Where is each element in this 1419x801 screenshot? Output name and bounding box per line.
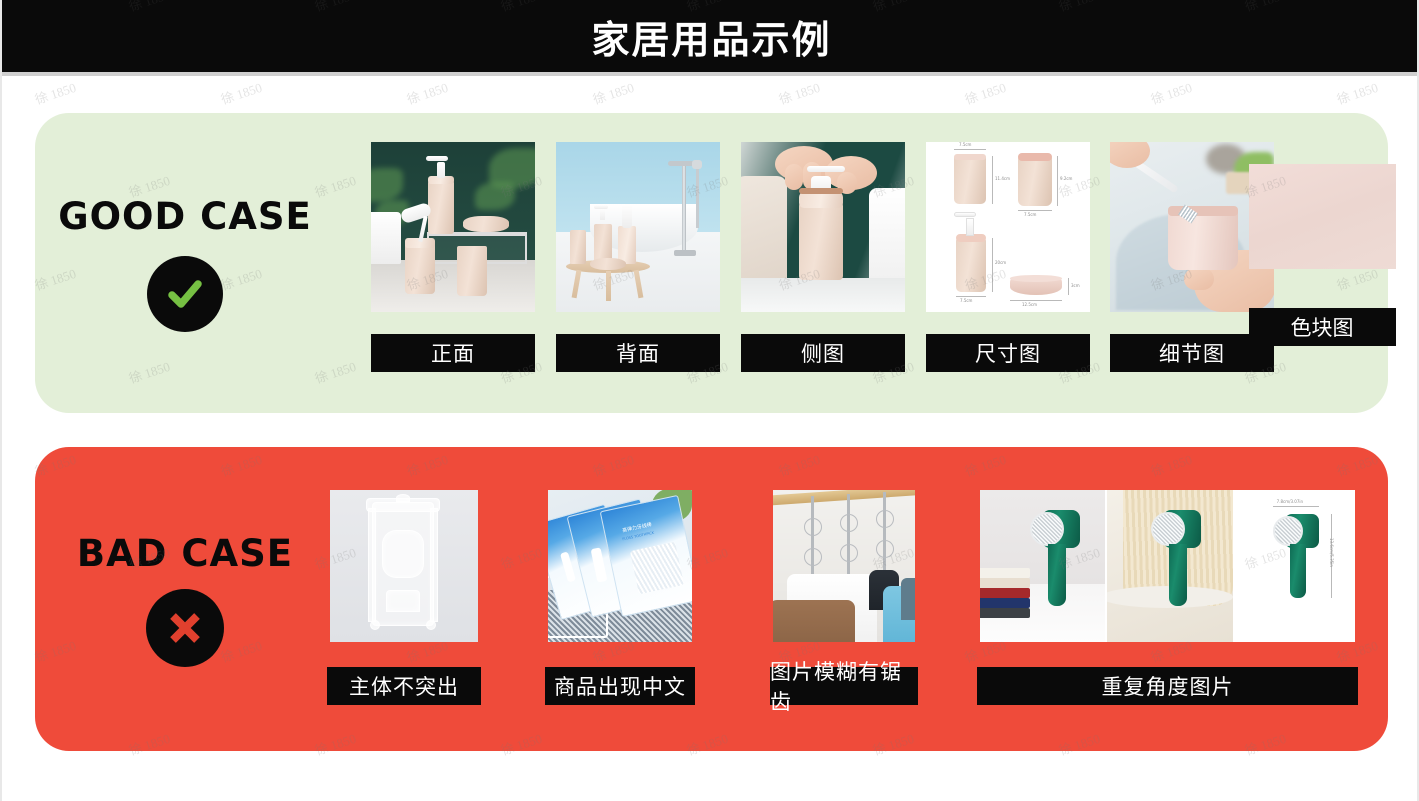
good-case-card-tag: 侧图 bbox=[741, 334, 905, 372]
bad-image-repeated-angles[interactable]: 7.8cm/3.07in 13.6cm/5.35in bbox=[977, 487, 1358, 645]
dim-cup-height: 11.4cm bbox=[995, 176, 1011, 181]
watermark-text: 徐 1850 bbox=[33, 79, 78, 108]
bad-case-card-list: 主体不突出 高弹力牙线棒 FLOSS TOOTHPICK 商品出现中文 图片模糊… bbox=[294, 487, 1364, 714]
bad-case-card[interactable]: 主体不突出 bbox=[327, 487, 481, 705]
bad-case-card-tag: 商品出现中文 bbox=[545, 667, 695, 705]
bad-case-panel: BAD CASE 主体不突出 高弹力牙线棒 FLOSS TOOTHPICK 商品… bbox=[35, 447, 1388, 751]
good-case-card-tag: 正面 bbox=[371, 334, 535, 372]
bad-case-card-tag: 图片模糊有锯齿 bbox=[770, 660, 918, 714]
header-bar: 家居用品示例 bbox=[2, 0, 1417, 72]
dim-cup-top-width: 7.5cm bbox=[959, 142, 972, 147]
good-case-card[interactable]: 背面 bbox=[556, 142, 720, 372]
product-image-front[interactable] bbox=[371, 142, 535, 312]
color-swatch bbox=[1248, 164, 1396, 269]
watermark-text: 徐 1850 bbox=[1335, 79, 1380, 108]
poster-page: 家居用品示例 GOOD CASE 正面 背面 侧图 7.5cm 11.4cm 9… bbox=[0, 0, 1419, 801]
watermark-text: 徐 1850 bbox=[405, 79, 450, 108]
bad-case-card[interactable]: 图片模糊有锯齿 bbox=[770, 487, 918, 714]
bad-image-subject-not-prominent[interactable] bbox=[327, 487, 481, 645]
color-swatch-tag: 色块图 bbox=[1248, 308, 1396, 346]
repeat-panel-1 bbox=[980, 490, 1106, 642]
good-case-card[interactable]: 正面 bbox=[371, 142, 535, 372]
bad-case-side: BAD CASE bbox=[35, 447, 335, 751]
dim-cup2-height: 9.2cm bbox=[1060, 176, 1073, 181]
dim-cup2-width: 7.5cm bbox=[1024, 212, 1037, 217]
dim-pump-width: 7.5cm bbox=[960, 298, 973, 303]
watermark-text: 徐 1850 bbox=[777, 79, 822, 108]
good-case-card[interactable]: 7.5cm 11.4cm 9.2cm 7.5cm 20cm 7.5cm 3cm … bbox=[926, 142, 1090, 372]
repeat-panel-3: 7.8cm/3.07in 13.6cm/5.35in bbox=[1232, 490, 1355, 642]
bad-case-card-tag: 主体不突出 bbox=[327, 667, 481, 705]
good-case-card-tag: 背面 bbox=[556, 334, 720, 372]
color-swatch-card[interactable]: 色块图 bbox=[1232, 142, 1412, 346]
watermark-text: 徐 1850 bbox=[219, 79, 264, 108]
check-circle-icon bbox=[147, 255, 223, 332]
watermark-text: 徐 1850 bbox=[963, 79, 1008, 108]
bad-image-chinese-text-on-product[interactable]: 高弹力牙线棒 FLOSS TOOTHPICK bbox=[545, 487, 695, 645]
bad-image-blurry-jagged[interactable] bbox=[770, 487, 918, 645]
lint-remover-width-label: 7.8cm/3.07in bbox=[1276, 499, 1304, 504]
product-image-side[interactable] bbox=[741, 142, 905, 312]
good-case-card-tag: 尺寸图 bbox=[926, 334, 1090, 372]
dim-dish-height: 3cm bbox=[1071, 283, 1080, 288]
good-case-card[interactable]: 侧图 bbox=[741, 142, 905, 372]
good-case-panel: GOOD CASE 正面 背面 侧图 7.5cm 11.4cm 9.2cm 7.… bbox=[35, 113, 1396, 413]
good-case-side: GOOD CASE bbox=[35, 113, 335, 413]
dim-pump-height: 20cm bbox=[995, 260, 1007, 265]
good-case-card-list: 正面 背面 侧图 7.5cm 11.4cm 9.2cm 7.5cm 20cm 7… bbox=[338, 142, 1383, 387]
lint-remover-height-label: 13.6cm/5.35in bbox=[1328, 538, 1334, 567]
product-image-back[interactable] bbox=[556, 142, 720, 312]
header-divider bbox=[2, 72, 1417, 76]
bad-case-card-tag: 重复角度图片 bbox=[977, 667, 1358, 705]
product-image-dimensions[interactable]: 7.5cm 11.4cm 9.2cm 7.5cm 20cm 7.5cm 3cm … bbox=[926, 142, 1090, 312]
good-case-title: GOOD CASE bbox=[58, 194, 312, 238]
dim-dish-width: 12.5cm bbox=[1022, 302, 1038, 307]
bad-case-card[interactable]: 高弹力牙线棒 FLOSS TOOTHPICK 商品出现中文 bbox=[545, 487, 695, 705]
repeat-panel-2 bbox=[1105, 490, 1233, 642]
watermark-text: 徐 1850 bbox=[1149, 79, 1194, 108]
bad-case-card[interactable]: 7.8cm/3.07in 13.6cm/5.35in 重复角度图片 bbox=[977, 487, 1358, 705]
cross-circle-icon bbox=[146, 588, 224, 667]
page-title: 家居用品示例 bbox=[591, 17, 832, 62]
bad-case-title: BAD CASE bbox=[76, 531, 294, 575]
watermark-text: 徐 1850 bbox=[591, 79, 636, 108]
